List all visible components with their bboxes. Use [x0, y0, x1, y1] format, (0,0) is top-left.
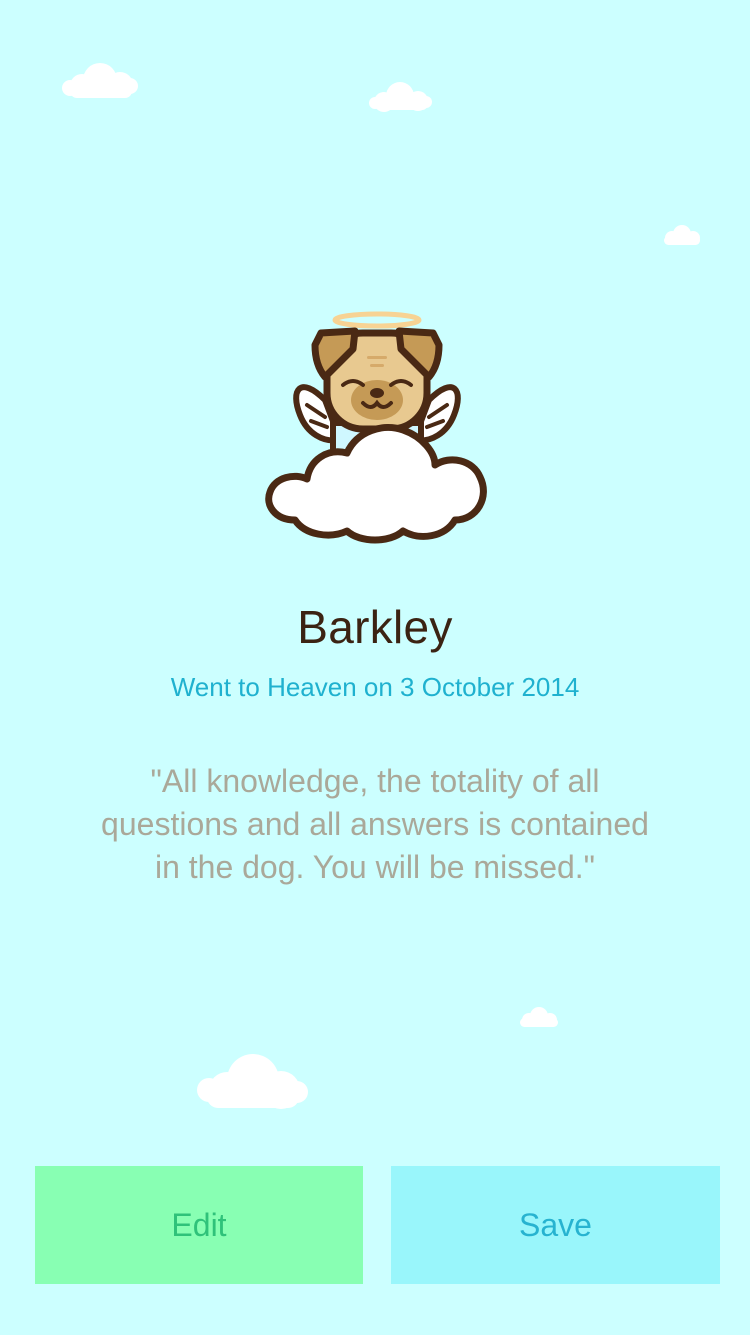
cloud-icon [369, 82, 432, 112]
cloud-icon [265, 424, 487, 544]
memorial-quote: "All knowledge, the totality of all ques… [101, 763, 649, 885]
cloud-icon [520, 1007, 558, 1027]
halo-icon [332, 311, 422, 329]
cloud-icon [62, 63, 138, 98]
save-button[interactable]: Save [391, 1166, 720, 1284]
pet-name: Barkley [297, 601, 453, 653]
angel-dog-on-cloud-icon [265, 311, 487, 544]
cloud-icon [197, 1054, 308, 1109]
cloud-icon [664, 225, 700, 245]
date-of-passing: Went to Heaven on 3 October 2014 [170, 672, 580, 702]
edit-button[interactable]: Edit [35, 1166, 363, 1284]
